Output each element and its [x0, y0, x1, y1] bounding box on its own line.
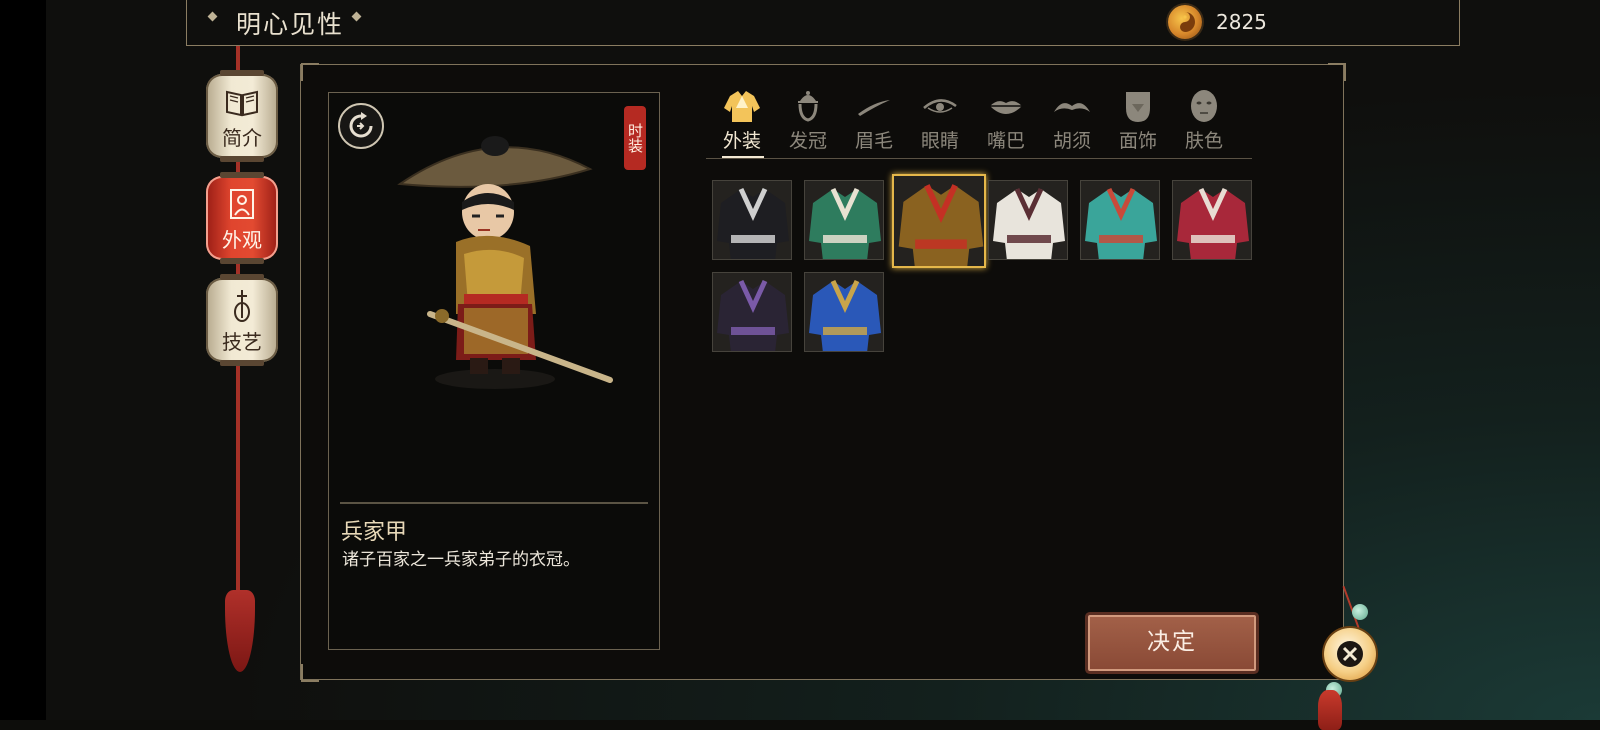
panel-corner	[301, 63, 319, 81]
close-icon	[1337, 641, 1363, 667]
tab-label: 嘴巴	[986, 130, 1025, 152]
tab-eyes[interactable]: 眼睛	[912, 86, 968, 156]
outfit-slot-blue-robe[interactable]	[804, 272, 884, 352]
panel-corner	[301, 664, 319, 682]
title-ornament-right	[351, 11, 362, 22]
title-bar-frame	[186, 0, 1460, 46]
currency-value: 2825	[1216, 10, 1267, 34]
outfit-slot-black-robe[interactable]	[712, 180, 792, 260]
outfit-slot-bingjia-armor[interactable]	[892, 174, 986, 268]
outfit-thumbnail-icon	[805, 273, 883, 351]
outfit-thumbnail-icon	[805, 181, 883, 259]
nav-tab-intro[interactable]: 简介	[206, 70, 278, 162]
tab-eyebrow[interactable]: 眉毛	[846, 86, 902, 156]
lantern-cap	[220, 258, 264, 264]
close-button[interactable]	[1324, 628, 1376, 680]
nav-label: 简介	[222, 126, 262, 150]
item-description: 诸子百家之一兵家弟子的衣冠。	[342, 550, 580, 570]
outfit-thumbnail-icon	[713, 273, 791, 351]
tab-skin-tone[interactable]: 肤色	[1176, 86, 1232, 156]
book-icon	[226, 90, 258, 117]
tab-outfit[interactable]: 外装	[714, 86, 770, 156]
outfit-thumbnail-icon	[894, 176, 984, 266]
face-ornament-icon	[1126, 92, 1150, 122]
portrait-icon	[230, 189, 254, 219]
eyebrow-icon	[858, 100, 890, 116]
lantern-cap	[220, 156, 264, 162]
skin-tone-icon	[1191, 90, 1217, 122]
outfit-slot-green-robe[interactable]	[804, 180, 884, 260]
tab-mouth[interactable]: 嘴巴	[978, 86, 1034, 156]
outfit-thumbnail-icon	[1081, 181, 1159, 259]
outfit-slot-teal-robe[interactable]	[1080, 180, 1160, 260]
lantern-cap	[220, 172, 264, 178]
tab-label: 眼睛	[920, 130, 959, 152]
outfit-icon	[724, 91, 760, 122]
item-name: 兵家甲	[341, 520, 408, 545]
nav-label: 技艺	[222, 330, 262, 354]
confirm-button[interactable]: 决定	[1088, 615, 1256, 671]
nav-tab-skills[interactable]: 技艺	[206, 274, 278, 366]
mouth-icon	[990, 101, 1022, 114]
lantern-cap	[220, 274, 264, 280]
outfit-slot-red-robe[interactable]	[1172, 180, 1252, 260]
character-figure	[397, 136, 613, 389]
lantern-cap	[220, 70, 264, 76]
nav-label: 外观	[222, 228, 262, 252]
eye-icon	[923, 99, 957, 113]
pipa-icon	[234, 290, 250, 322]
hair-crown-icon	[798, 91, 818, 122]
outfit-thumbnail-icon	[989, 181, 1067, 259]
charm-tassel	[1318, 690, 1342, 730]
panel-corner	[1328, 63, 1346, 81]
tab-label: 发冠	[788, 130, 827, 152]
tab-label: 眉毛	[854, 130, 893, 152]
nav-tab-appearance[interactable]: 外观	[206, 172, 278, 264]
mustache-icon	[1054, 103, 1090, 112]
tab-face-ornament[interactable]: 面饰	[1110, 86, 1166, 156]
tab-bar-divider	[706, 158, 1252, 159]
lantern-cap	[220, 360, 264, 366]
tab-mustache[interactable]: 胡须	[1044, 86, 1100, 156]
outfit-thumbnail-icon	[713, 181, 791, 259]
taiji-coin-icon	[1168, 5, 1202, 39]
tab-label: 面饰	[1118, 130, 1157, 152]
outfit-slot-white-robe[interactable]	[988, 180, 1068, 260]
title-ornament-left	[207, 11, 218, 22]
tab-label: 肤色	[1184, 130, 1223, 152]
page-title: 明心见性	[236, 10, 345, 39]
outfit-slot-purple-robe[interactable]	[712, 272, 792, 352]
tab-label: 外装	[722, 130, 761, 152]
tab-hair-crown[interactable]: 发冠	[780, 86, 836, 156]
jade-bead	[1352, 604, 1368, 620]
tab-label: 胡须	[1052, 130, 1091, 152]
preview-divider	[340, 502, 648, 504]
left-black-strip	[0, 0, 46, 720]
outfit-thumbnail-icon	[1173, 181, 1251, 259]
